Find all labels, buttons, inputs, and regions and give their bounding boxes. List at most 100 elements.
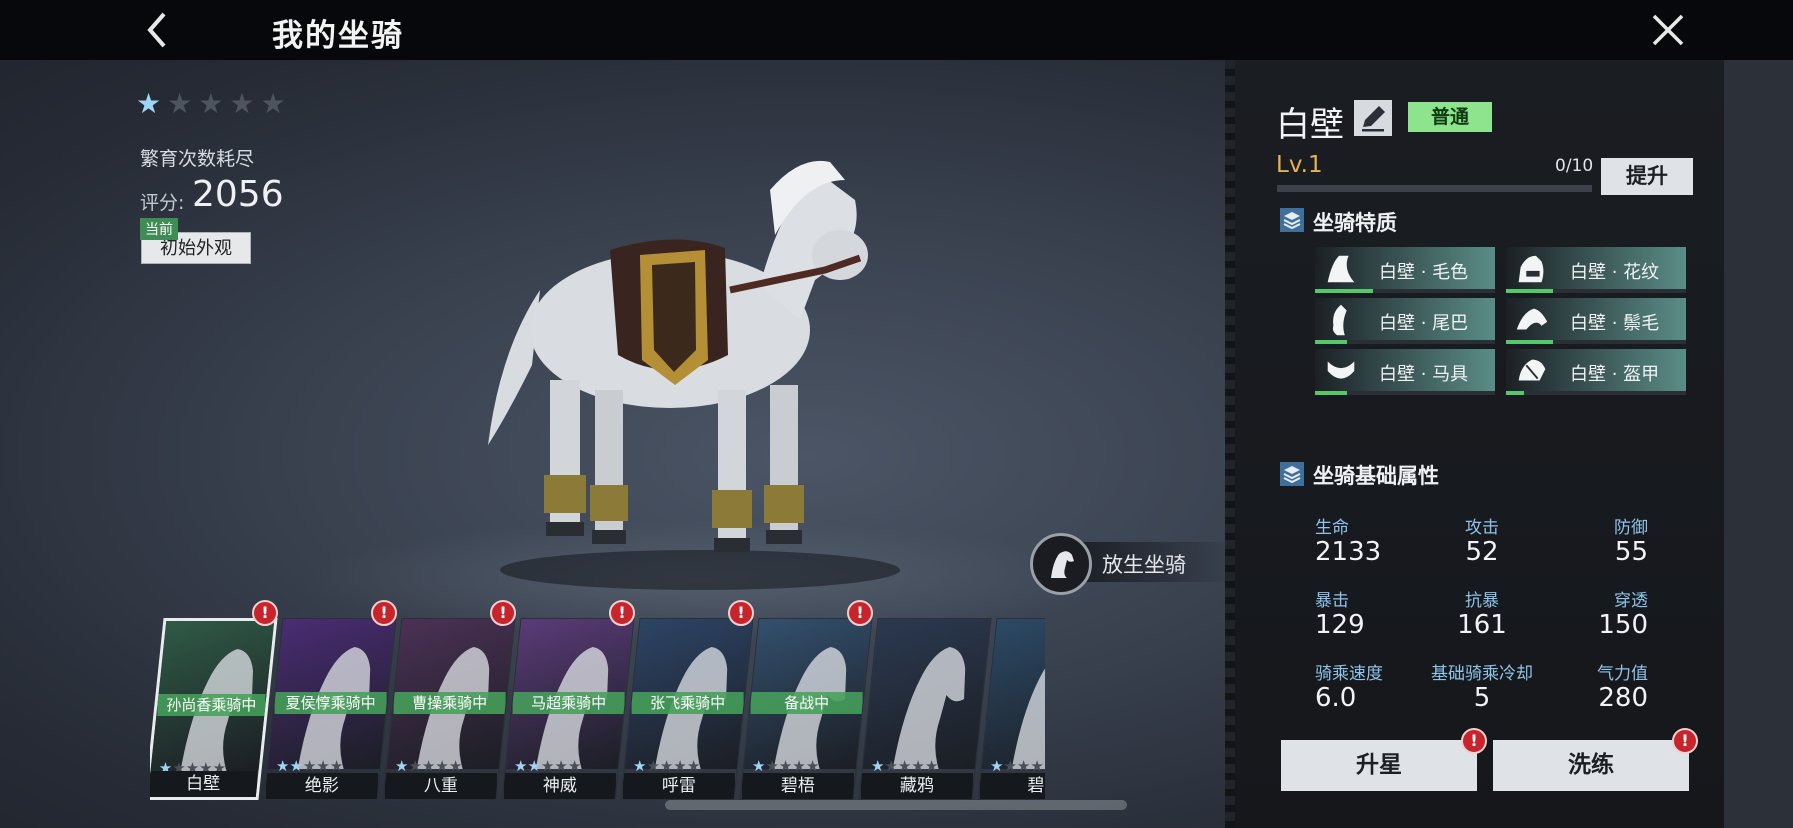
star-icon: ★: [136, 87, 162, 120]
mount-card[interactable]: 备战中 ★★★★★ 碧梧: [739, 618, 873, 800]
stat-value: 2133: [1315, 537, 1382, 567]
stat-value: 280: [1598, 683, 1648, 713]
mount-card-name: 绝影: [265, 773, 378, 799]
trait-progress-fill: [1315, 289, 1373, 293]
tack-icon: [1327, 361, 1355, 379]
trait-label: 白壁 · 马具: [1379, 364, 1469, 385]
mount-card-list: 孙尚香乘骑中 ★★★★★ 白壁 夏侯惇乘骑中 ★★★★★ 绝影 曹操乘骑中 ★★★★★ 八重 马超…: [150, 614, 1045, 804]
release-mount-icon[interactable]: [1030, 533, 1092, 595]
trait-progress-bar: [1315, 391, 1495, 395]
trait-item[interactable]: 白壁 · 尾巴: [1315, 298, 1495, 344]
mount-card-portrait: [981, 619, 1045, 769]
mane-icon: [1516, 308, 1548, 330]
trait-progress-bar: [1506, 340, 1686, 344]
stat-value: 161: [1457, 610, 1507, 640]
stat-value: 55: [1614, 537, 1648, 567]
trait-label: 白壁 · 鬃毛: [1570, 313, 1660, 334]
mount-card-status: 孙尚香乘骑中: [157, 694, 266, 716]
close-icon[interactable]: [1646, 10, 1690, 50]
stat-label: 生命: [1315, 518, 1349, 538]
breed-status: 繁育次数耗尽: [140, 148, 255, 170]
trait-item[interactable]: 白壁 · 鬃毛: [1506, 298, 1686, 344]
trait-progress-bar: [1506, 391, 1686, 395]
trait-label: 白壁 · 盔甲: [1570, 364, 1660, 385]
top-bar: 我的坐骑: [0, 0, 1793, 60]
mount-card-name: 碧: [979, 773, 1045, 799]
star-icon: ★: [229, 87, 255, 120]
panel-right-margin: [1724, 60, 1793, 828]
stat-value: 6.0: [1315, 683, 1357, 713]
trait-label: 白壁 · 毛色: [1379, 262, 1469, 283]
mount-name: 白壁: [1276, 105, 1344, 145]
trait-progress-fill: [1506, 391, 1524, 395]
star-up-alert-icon: !: [1461, 728, 1487, 754]
mount-card-name: 白壁: [150, 771, 258, 797]
stat-value: 129: [1315, 610, 1365, 640]
level-label: Lv.1: [1276, 152, 1323, 178]
mount-card-name: 八重: [384, 773, 497, 799]
stat-value: 150: [1598, 610, 1648, 640]
stat-label: 气力值: [1597, 664, 1648, 684]
mount-card-status: 夏侯惇乘骑中: [274, 692, 387, 714]
mount-card-name: 碧梧: [741, 773, 854, 799]
trait-progress-fill: [1315, 340, 1348, 344]
trait-item[interactable]: 白壁 · 花纹: [1506, 247, 1686, 293]
pattern-icon: [1518, 255, 1544, 283]
score-value: 2056: [192, 174, 284, 215]
stat-value: 52: [1465, 537, 1499, 567]
traits-section-title: 坐骑特质: [1313, 211, 1397, 235]
star-up-button[interactable]: 升星: [1281, 740, 1477, 791]
stat-value: 5: [1473, 683, 1491, 713]
current-tag: 当前: [140, 218, 178, 240]
mount-card-status: 张飞乘骑中: [631, 692, 744, 714]
edit-pencil-icon[interactable]: [1354, 100, 1392, 136]
stat-label: 穿透: [1614, 591, 1648, 611]
star-icon: ★: [198, 87, 224, 120]
back-arrow-icon[interactable]: [138, 8, 178, 52]
trait-progress-bar: [1506, 289, 1686, 293]
trait-progress-bar: [1315, 340, 1495, 344]
release-mount-label[interactable]: 放生坐骑: [1102, 549, 1186, 579]
traits-section-icon: [1280, 208, 1304, 232]
stat-label: 基础骑乘冷却: [1431, 664, 1533, 684]
rarity-badge: 普通: [1408, 102, 1492, 132]
attributes-section-title: 坐骑基础属性: [1313, 464, 1439, 488]
star-icon: ★: [260, 87, 286, 120]
mount-card[interactable]: 马超乘骑中 ★★★★★ 神威: [501, 618, 635, 800]
trait-item[interactable]: 白壁 · 盔甲: [1506, 349, 1686, 395]
page-title: 我的坐骑: [272, 18, 404, 54]
tail-icon: [1332, 304, 1347, 336]
trait-progress-fill: [1506, 340, 1553, 344]
mount-card-name: 呼雷: [622, 773, 735, 799]
mount-card-status: 曹操乘骑中: [393, 692, 506, 714]
trait-progress-fill: [1506, 289, 1553, 293]
exp-text: 0/10: [1555, 156, 1594, 176]
mount-card[interactable]: 夏侯惇乘骑中 ★★★★★ 绝影: [263, 618, 397, 800]
refine-button[interactable]: 洗练: [1493, 740, 1689, 791]
trait-item[interactable]: 白壁 · 毛色: [1315, 247, 1495, 293]
mount-card-name: 藏鸦: [860, 773, 973, 799]
score-label: 评分:: [140, 192, 185, 214]
mount-card[interactable]: ★★★★★ 藏鸦: [858, 618, 992, 800]
trait-progress-fill: [1315, 391, 1348, 395]
upgrade-button[interactable]: 提升: [1601, 158, 1693, 195]
attributes-section-icon: [1280, 462, 1304, 486]
star-icon: ★: [167, 87, 193, 120]
stat-label: 骑乘速度: [1315, 664, 1383, 684]
horse-model-image: [488, 160, 900, 590]
mount-card[interactable]: 张飞乘骑中 ★★★★★ 呼雷: [620, 618, 754, 800]
mount-card-status: 马超乘骑中: [512, 692, 625, 714]
card-alert-icon: !: [728, 600, 754, 626]
mount-card-status: 备战中: [750, 692, 863, 714]
trait-item[interactable]: 白壁 · 马具: [1315, 349, 1495, 395]
mount-star-rating: ★ ★ ★ ★ ★: [136, 90, 286, 118]
card-alert-icon: !: [490, 600, 516, 626]
exp-progress-bar: [1277, 185, 1592, 192]
refine-alert-icon: !: [1672, 728, 1698, 754]
card-list-scrollbar[interactable]: [665, 800, 1127, 810]
mount-card-name: 神威: [503, 773, 616, 799]
trait-label: 白壁 · 尾巴: [1379, 313, 1469, 334]
mount-card[interactable]: 孙尚香乘骑中 ★★★★★ 白壁: [150, 618, 278, 800]
mount-card[interactable]: 曹操乘骑中 ★★★★★ 八重: [382, 618, 516, 800]
stat-label: 防御: [1614, 518, 1648, 538]
